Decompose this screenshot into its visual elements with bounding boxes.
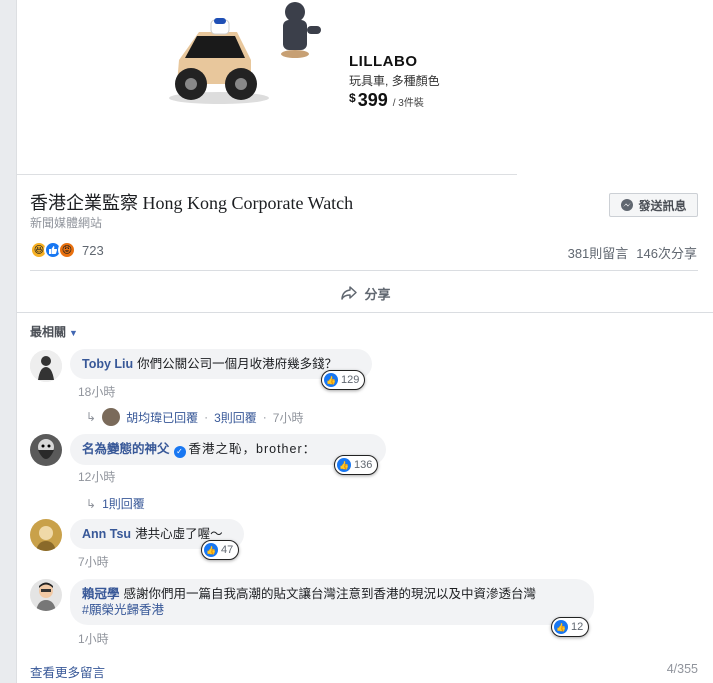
comment-count-link[interactable]: 381則留言 (568, 243, 629, 262)
like-icon: 👍 (204, 543, 218, 557)
price-currency: $ (349, 91, 356, 105)
reply-time: 7小時 (272, 410, 304, 425)
share-button[interactable]: 分享 (17, 280, 713, 306)
avatar[interactable] (30, 519, 62, 551)
send-message-label: 發送訊息 (638, 198, 687, 213)
reply-author: 胡均瑋已回覆 (126, 410, 199, 425)
reply-avatar (102, 408, 121, 426)
reply-arrow-icon: ↳ (86, 496, 97, 511)
send-message-button[interactable]: 發送訊息 (609, 193, 698, 217)
avatar-image (30, 579, 62, 611)
comment-author[interactable]: Ann Tsu (82, 527, 131, 541)
like-icon: 👍 (324, 373, 338, 387)
messenger-icon (621, 199, 634, 211)
reply-separator: · (204, 410, 209, 424)
comment-like-count[interactable]: 👍 47 (201, 540, 240, 560)
like-icon: 👍 (337, 458, 351, 472)
price-value: 399 (357, 90, 388, 110)
comment-pager: 4/355 (666, 662, 698, 676)
comment-author[interactable]: 名為變態的神父 (82, 442, 170, 456)
comment-text: 你們公關公司一個月收港府幾多錢？ (137, 357, 338, 371)
comment-bubble: 賴冠學 感謝你們用一篇自我高潮的貼文讓台灣注意到香港的現況以及中資滲透台灣 #願榮… (70, 579, 594, 625)
comment-sort-dropdown[interactable]: 最相關 ▼ (30, 323, 78, 340)
like-count: 12 (571, 621, 584, 633)
like-count: 136 (354, 459, 373, 471)
avatar-image (30, 519, 62, 551)
avatar[interactable] (30, 350, 62, 382)
share-arrow-icon (341, 286, 358, 300)
comment-like-count[interactable]: 👍 129 (321, 370, 366, 390)
angry-reaction-icon: 😡 (58, 241, 76, 259)
reply-count: 3則回覆 (214, 410, 257, 425)
verified-badge-icon: ✓ (173, 446, 186, 458)
comment-author[interactable]: Toby Liu (82, 357, 133, 371)
reactions-summary[interactable]: 😆 😡 723 (30, 241, 104, 259)
comment-time[interactable]: 1小時 (78, 630, 109, 647)
view-more-comments-link[interactable]: 查看更多留言 (30, 662, 105, 681)
avatar[interactable] (30, 434, 62, 466)
reply-count: 1則回覆 (102, 497, 145, 511)
page-category: 新聞媒體網站 (30, 216, 103, 230)
product-name: LILLABO (349, 53, 418, 70)
comment-text: 港共心虛了喔～ (135, 527, 223, 541)
avatar-image (30, 434, 62, 466)
comment-time[interactable]: 18小時 (78, 383, 115, 400)
comment-time[interactable]: 12小時 (78, 468, 115, 485)
link-preview-image[interactable]: LILLABO 玩具車, 多種顏色 $399 / 3件裝 (17, 0, 517, 175)
post-stats: 381則留言 146次分享 (568, 243, 697, 262)
product-price: $399 / 3件裝 (349, 90, 424, 111)
reply-separator: · (262, 410, 267, 424)
toy-car-image (169, 18, 269, 104)
comment-time[interactable]: 7小時 (78, 553, 109, 570)
comment-text: 感謝你們用一篇自我高潮的貼文讓台灣注意到香港的現況以及中資滲透台灣 (123, 587, 537, 601)
comments-section: 最相關 ▼ Toby Liu 你們公關公司一個月收港府幾多錢？ 👍 129 18小時 … (17, 313, 713, 683)
view-replies-link[interactable]: ↳ 1則回覆 (86, 495, 145, 512)
thumbs-up-icon (49, 246, 58, 254)
page-name[interactable]: 香港企業監察 Hong Kong Corporate Watch (30, 189, 353, 215)
like-icon: 👍 (554, 620, 568, 634)
like-count: 47 (221, 544, 234, 556)
reply-arrow-icon: ↳ (86, 410, 97, 424)
comment-like-count[interactable]: 👍 12 (551, 617, 590, 637)
share-label: 分享 (364, 286, 391, 302)
hashtag-link[interactable]: #願榮光歸香港 (82, 603, 164, 617)
product-description: 玩具車, 多種顏色 (349, 74, 440, 88)
toy-figure-image (281, 2, 321, 58)
price-unit: / 3件裝 (392, 98, 424, 109)
comment-text: 香港之恥，brother： (188, 442, 317, 456)
reaction-count: 723 (82, 242, 104, 258)
avatar-image (30, 350, 62, 382)
view-replies-link[interactable]: ↳ 胡均瑋已回覆 · 3則回覆 · 7小時 (86, 408, 303, 426)
comment-like-count[interactable]: 👍 136 (334, 455, 379, 475)
divider (30, 270, 698, 271)
share-count-link[interactable]: 146次分享 (636, 243, 697, 262)
avatar[interactable] (30, 579, 62, 611)
post-card: LILLABO 玩具車, 多種顏色 $399 / 3件裝 香港企業監察 Hong… (16, 0, 713, 683)
sort-label: 最相關 (30, 325, 67, 339)
like-count: 129 (341, 374, 360, 386)
comment-author[interactable]: 賴冠學 (82, 587, 120, 601)
caret-down-icon: ▼ (69, 328, 78, 338)
